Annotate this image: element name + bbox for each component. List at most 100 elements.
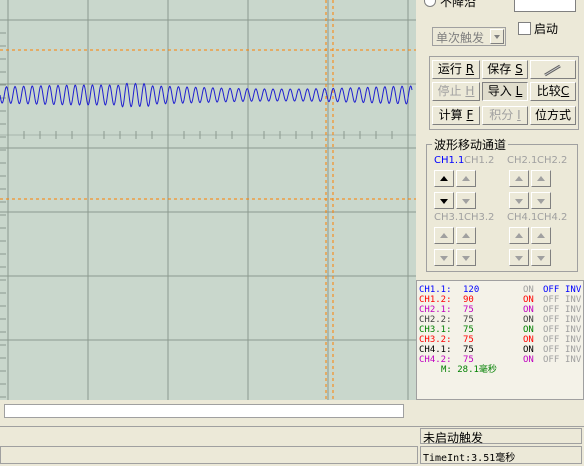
ch42-down-button[interactable] [531, 249, 551, 266]
off-toggle[interactable]: OFF [543, 345, 559, 355]
on-toggle[interactable]: ON [523, 345, 534, 355]
channel-status-row: CH1.1: 120 ON OFF INV [419, 285, 583, 295]
chevron-down-icon[interactable] [490, 29, 504, 44]
arrow-down-icon [462, 199, 470, 204]
ruler-button[interactable] [530, 60, 576, 79]
on-toggle[interactable]: ON [523, 325, 534, 335]
channel-value: 120 [463, 285, 480, 295]
ch42-up-button[interactable] [531, 227, 551, 244]
arrow-up-icon [440, 233, 448, 238]
import-button[interactable]: 导入 L [482, 82, 528, 101]
integrate-button[interactable]: 积分 I [482, 106, 528, 125]
off-toggle[interactable]: OFF [543, 315, 559, 325]
inv-toggle[interactable]: INV [565, 285, 581, 295]
channel-status-row: CH2.2: 75 ON OFF INV [419, 315, 583, 325]
channel-name: CH2.2: [419, 315, 452, 325]
ch21-label: CH2.1 [507, 155, 538, 166]
ch42-label: CH4.2 [537, 212, 568, 223]
stop-key: H [465, 84, 475, 98]
position-mode-label: 位方式 [534, 108, 571, 122]
ch22-down-button[interactable] [531, 192, 551, 209]
on-toggle[interactable]: ON [523, 355, 534, 365]
channel-value: 75 [463, 345, 474, 355]
arrow-up-icon [440, 176, 448, 181]
inv-toggle[interactable]: INV [565, 345, 581, 355]
start-checkbox[interactable]: 启动 [518, 20, 578, 36]
integrate-key: I [517, 108, 521, 122]
channel-status-row: CH1.2: 90 ON OFF INV [419, 295, 583, 305]
ch11-up-button[interactable] [434, 170, 454, 187]
ch21-down-button[interactable] [509, 192, 529, 209]
on-toggle[interactable]: ON [523, 285, 534, 295]
position-mode-button[interactable]: 位方式 [530, 106, 576, 125]
arrow-down-icon [462, 256, 470, 261]
arrow-up-icon [537, 233, 545, 238]
arrow-down-icon [440, 199, 448, 204]
compute-key: F [466, 108, 474, 122]
arrow-down-icon [537, 199, 545, 204]
off-toggle[interactable]: OFF [543, 295, 559, 305]
waveform-ch1-1 [0, 82, 413, 108]
ch12-label: CH1.2 [464, 155, 495, 166]
on-toggle[interactable]: ON [523, 335, 534, 345]
ch41-down-button[interactable] [509, 249, 529, 266]
stop-button[interactable]: 停止 H [432, 82, 480, 101]
channel-status-panel: CH1.1: 120 ON OFF INV CH1.2: 90 ON OFF INV CH2.1: 7… [416, 280, 584, 400]
stop-label: 停止 [437, 84, 462, 98]
ch21-up-button[interactable] [509, 170, 529, 187]
compare-label: 比较 [536, 84, 561, 98]
inv-toggle[interactable]: INV [565, 315, 581, 325]
radio-label: 不降沿 [440, 0, 477, 9]
ch12-up-button[interactable] [456, 170, 476, 187]
compare-key: C [560, 84, 570, 98]
import-label: 导入 [487, 84, 512, 98]
ch41-label: CH4.1 [507, 212, 538, 223]
run-label: 运行 [437, 62, 462, 76]
inv-toggle[interactable]: INV [565, 305, 581, 315]
import-key: L [515, 84, 523, 98]
off-toggle[interactable]: OFF [543, 305, 559, 315]
channel-status-row: CH4.2: 75 ON OFF INV [419, 355, 583, 365]
ch12-down-button[interactable] [456, 192, 476, 209]
trigger-mode-select[interactable]: 单次触发 [432, 27, 506, 46]
ch31-up-button[interactable] [434, 227, 454, 244]
ch32-down-button[interactable] [456, 249, 476, 266]
save-label: 保存 [487, 62, 512, 76]
trigger-status-cell: 未启动触发 [420, 428, 582, 445]
arrow-down-icon [515, 199, 523, 204]
integrate-label: 积分 [489, 108, 514, 122]
trigger-status-text: 未启动触发 [423, 431, 484, 445]
on-toggle[interactable]: ON [523, 295, 534, 305]
off-toggle[interactable]: OFF [543, 335, 559, 345]
ch41-up-button[interactable] [509, 227, 529, 244]
channel-value: 75 [463, 355, 474, 365]
on-toggle[interactable]: ON [523, 305, 534, 315]
top-field[interactable] [514, 0, 576, 12]
channel-name: CH3.1: [419, 325, 452, 335]
compute-button[interactable]: 计算 F [432, 106, 480, 125]
compute-label: 计算 [438, 108, 463, 122]
off-toggle[interactable]: OFF [543, 285, 559, 295]
run-button[interactable]: 运行 R [432, 60, 480, 79]
inv-toggle[interactable]: INV [565, 325, 581, 335]
ch22-label: CH2.2 [537, 155, 568, 166]
ch31-down-button[interactable] [434, 249, 454, 266]
channel-status-row: CH3.1: 75 ON OFF INV [419, 325, 583, 335]
on-toggle[interactable]: ON [523, 315, 534, 325]
off-toggle[interactable]: OFF [543, 355, 559, 365]
off-toggle[interactable]: OFF [543, 325, 559, 335]
channel-value: 90 [463, 295, 474, 305]
ch32-label: CH3.2 [464, 212, 495, 223]
ch32-up-button[interactable] [456, 227, 476, 244]
oscilloscope-display[interactable] [0, 0, 416, 400]
ch22-up-button[interactable] [531, 170, 551, 187]
compare-button[interactable]: 比较C [530, 82, 576, 101]
save-key: S [515, 62, 523, 76]
inv-toggle[interactable]: INV [565, 295, 581, 305]
channel-name: CH3.2: [419, 335, 452, 345]
inv-toggle[interactable]: INV [565, 335, 581, 345]
arrow-down-icon [515, 256, 523, 261]
ch11-down-button[interactable] [434, 192, 454, 209]
inv-toggle[interactable]: INV [565, 355, 581, 365]
save-button[interactable]: 保存 S [482, 60, 528, 79]
